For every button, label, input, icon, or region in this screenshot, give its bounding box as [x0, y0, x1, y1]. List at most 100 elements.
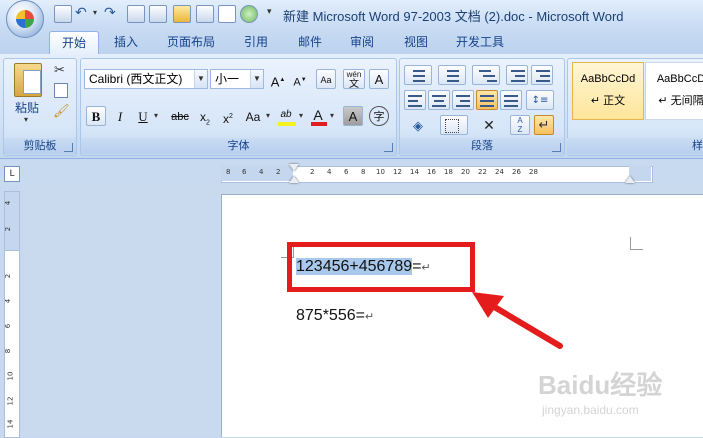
paste-label[interactable]: 粘贴 [15, 99, 39, 116]
print-icon[interactable] [196, 5, 214, 23]
ruler-tick: 14 [410, 168, 419, 176]
style-normal[interactable]: AaBbCcDd ↵ 正文 [572, 62, 644, 120]
doc-line-2[interactable]: 875*556=↵ [296, 307, 374, 325]
change-case-dropdown-icon[interactable]: ▾ [266, 111, 270, 120]
paste-icon[interactable] [14, 63, 42, 97]
tab-page-layout[interactable]: 页面布局 [158, 31, 224, 54]
customize-qa-icon[interactable]: ▾ [267, 7, 272, 17]
tab-home[interactable]: 开始 [49, 31, 99, 55]
spellcheck-icon[interactable] [218, 5, 236, 23]
annotation-arrow-icon [472, 292, 563, 349]
char-border-button[interactable]: A [369, 69, 389, 89]
redo-icon[interactable]: ↷ [104, 5, 120, 21]
ruler-tick: 18 [444, 168, 453, 176]
align-left-button[interactable] [404, 90, 426, 110]
tab-view[interactable]: 视图 [394, 31, 438, 54]
font-color-dropdown-icon[interactable]: ▾ [330, 111, 334, 120]
format-icon[interactable] [127, 5, 145, 23]
char-shading-button[interactable]: A [343, 106, 363, 126]
tab-mailings[interactable]: 邮件 [288, 31, 332, 54]
superscript-button[interactable]: x2 [218, 106, 238, 126]
ruler-tick: 28 [529, 168, 538, 176]
align-center-button[interactable] [428, 90, 450, 110]
clipboard-launcher-icon[interactable] [64, 143, 73, 152]
save-icon[interactable] [54, 5, 72, 23]
grow-font-button[interactable]: A▲ [268, 69, 288, 89]
paragraph-launcher-icon[interactable] [552, 143, 561, 152]
ruler-tick: 6 [344, 168, 349, 176]
format-painter-icon[interactable]: 🖌 [53, 104, 70, 119]
circle-icon[interactable] [240, 5, 258, 23]
right-indent-marker[interactable] [625, 176, 635, 183]
enclose-char-button[interactable]: 字 [369, 106, 389, 126]
distributed-button[interactable] [500, 90, 522, 110]
highlight-dropdown-icon[interactable]: ▾ [299, 111, 303, 120]
ruler-tick: 12 [6, 396, 15, 406]
tab-insert[interactable]: 插入 [104, 31, 148, 54]
bullets-button[interactable] [404, 65, 432, 85]
asian-layout-button[interactable]: ✕ [474, 115, 504, 135]
paste-dropdown-icon[interactable]: ▾ [24, 115, 28, 124]
align-right-button[interactable] [452, 90, 474, 110]
ruler-tick: 4 [4, 200, 13, 206]
ruler-tick: 4 [259, 168, 264, 176]
numbering-button[interactable] [438, 65, 466, 85]
clear-format-button[interactable]: Aa [316, 69, 336, 89]
strikethrough-button[interactable]: abc [167, 106, 193, 126]
decrease-indent-button[interactable] [506, 65, 528, 85]
font-color-button[interactable]: A [308, 104, 328, 126]
office-button[interactable] [6, 0, 44, 38]
ruler-tick: 8 [361, 168, 366, 176]
underline-button[interactable]: U [133, 106, 153, 126]
change-case-button[interactable]: Aa [241, 106, 265, 126]
first-line-indent-marker[interactable] [289, 164, 299, 171]
borders-button[interactable] [440, 115, 468, 135]
ruler-tick: 24 [495, 168, 504, 176]
phonetic-guide-button[interactable]: wén 文 [343, 69, 365, 90]
style-no-spacing[interactable]: AaBbCcD ↵ 无间隔 [645, 62, 703, 120]
font-launcher-icon[interactable] [384, 143, 393, 152]
ruler-tick: 22 [478, 168, 487, 176]
clipboard-group: 粘贴 ▾ ✂ 🖌 剪贴板 [3, 58, 77, 156]
cut-icon[interactable]: ✂ [54, 63, 65, 78]
chevron-down-icon[interactable]: ▼ [250, 70, 263, 88]
chevron-down-icon[interactable]: ▼ [194, 70, 207, 88]
ruler-left-margin [221, 166, 293, 181]
show-marks-button[interactable]: ↵ [534, 115, 554, 135]
office-logo-icon [16, 10, 34, 28]
subscript-button[interactable]: x2 [195, 106, 215, 126]
ruler-tick: 14 [6, 419, 15, 429]
undo-icon[interactable]: ↶ [75, 5, 91, 21]
justify-button[interactable] [476, 90, 498, 110]
undo-dropdown-icon[interactable]: ▾ [93, 8, 97, 17]
watermark-brand: Baidu经验 [538, 370, 663, 400]
tab-selector-button[interactable]: L [4, 166, 20, 182]
preview-icon[interactable] [149, 5, 167, 23]
open-icon[interactable] [173, 5, 191, 23]
ruler-tick: 2 [276, 168, 281, 176]
font-name-combo[interactable]: Calibri (西文正文) ▼ [84, 69, 208, 89]
font-size-combo[interactable]: 小一 ▼ [210, 69, 264, 89]
line-spacing-button[interactable]: ↕≡ [526, 90, 554, 110]
italic-button[interactable]: I [110, 106, 130, 126]
shading-button[interactable]: ◈ [404, 115, 432, 135]
ruler-tick: 6 [4, 323, 13, 329]
crop-mark-top-right [630, 237, 643, 250]
bold-button[interactable]: B [86, 106, 106, 126]
tab-references[interactable]: 引用 [234, 31, 278, 54]
shrink-font-button[interactable]: A▼ [290, 69, 310, 89]
copy-icon[interactable] [54, 83, 68, 98]
ruler-tick: 4 [4, 298, 13, 304]
ruler-tick: 2 [310, 168, 315, 176]
multilevel-list-button[interactable] [472, 65, 500, 85]
highlight-button[interactable]: ab [275, 104, 297, 126]
tab-review[interactable]: 审阅 [340, 31, 384, 54]
increase-indent-button[interactable] [531, 65, 553, 85]
underline-dropdown-icon[interactable]: ▾ [154, 111, 158, 120]
font-name-value: Calibri (西文正文) [89, 72, 183, 86]
tab-developer[interactable]: 开发工具 [446, 31, 514, 54]
ruler-tick: 2 [4, 273, 13, 279]
hanging-indent-marker[interactable] [289, 176, 299, 183]
ruler-tick: 10 [6, 371, 15, 381]
sort-button[interactable]: AZ [510, 115, 530, 135]
